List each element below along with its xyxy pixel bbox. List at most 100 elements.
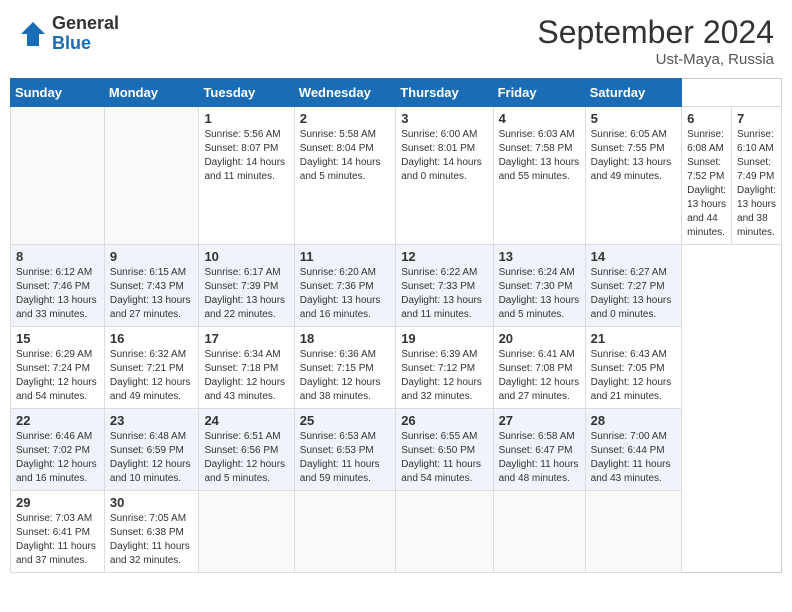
day-number: 22 [16,413,99,428]
weekday-header-saturday: Saturday [585,79,682,107]
weekday-header-friday: Friday [493,79,585,107]
day-cell-19: 19 Sunrise: 6:39 AM Sunset: 7:12 PM Dayli… [396,327,493,409]
day-info: Sunrise: 6:53 AM Sunset: 6:53 PM Dayligh… [300,430,390,486]
logo-icon [18,19,48,49]
day-cell-25: 25 Sunrise: 6:53 AM Sunset: 6:53 PM Dayli… [294,409,395,491]
empty-cell [199,491,294,573]
day-cell-9: 9 Sunrise: 6:15 AM Sunset: 7:43 PM Daylig… [104,245,199,327]
day-number: 10 [204,249,288,264]
day-cell-10: 10 Sunrise: 6:17 AM Sunset: 7:39 PM Dayli… [199,245,294,327]
empty-cell [104,107,199,245]
logo: General Blue [18,14,119,54]
weekday-header-sunday: Sunday [11,79,105,107]
page-header: General Blue September 2024 Ust-Maya, Ru… [10,10,782,72]
day-number: 4 [499,111,580,126]
day-info: Sunrise: 6:03 AM Sunset: 7:58 PM Dayligh… [499,128,580,184]
day-cell-2: 2 Sunrise: 5:58 AM Sunset: 8:04 PM Daylig… [294,107,395,245]
day-cell-22: 22 Sunrise: 6:46 AM Sunset: 7:02 PM Dayli… [11,409,105,491]
day-info: Sunrise: 6:12 AM Sunset: 7:46 PM Dayligh… [16,266,99,322]
calendar-table: SundayMondayTuesdayWednesdayThursdayFrid… [10,78,782,573]
day-cell-13: 13 Sunrise: 6:24 AM Sunset: 7:30 PM Dayli… [493,245,585,327]
day-cell-30: 30 Sunrise: 7:05 AM Sunset: 6:38 PM Dayli… [104,491,199,573]
day-number: 26 [401,413,487,428]
day-cell-24: 24 Sunrise: 6:51 AM Sunset: 6:56 PM Dayli… [199,409,294,491]
day-number: 28 [591,413,677,428]
day-info: Sunrise: 6:29 AM Sunset: 7:24 PM Dayligh… [16,348,99,404]
day-info: Sunrise: 7:05 AM Sunset: 6:38 PM Dayligh… [110,512,194,568]
day-cell-15: 15Sunrise: 6:29 AM Sunset: 7:24 PM Dayli… [11,327,105,409]
day-number: 8 [16,249,99,264]
day-info: Sunrise: 6:46 AM Sunset: 7:02 PM Dayligh… [16,430,99,486]
day-number: 9 [110,249,194,264]
day-cell-1: 1 Sunrise: 5:56 AM Sunset: 8:07 PM Daylig… [199,107,294,245]
day-number: 21 [591,331,677,346]
day-cell-16: 16 Sunrise: 6:32 AM Sunset: 7:21 PM Dayli… [104,327,199,409]
day-info: Sunrise: 6:36 AM Sunset: 7:15 PM Dayligh… [300,348,390,404]
day-info: Sunrise: 6:22 AM Sunset: 7:33 PM Dayligh… [401,266,487,322]
day-cell-5: 5 Sunrise: 6:05 AM Sunset: 7:55 PM Daylig… [585,107,682,245]
week-row-3: 15Sunrise: 6:29 AM Sunset: 7:24 PM Dayli… [11,327,782,409]
day-number: 20 [499,331,580,346]
day-info: Sunrise: 6:20 AM Sunset: 7:36 PM Dayligh… [300,266,390,322]
day-info: Sunrise: 6:32 AM Sunset: 7:21 PM Dayligh… [110,348,194,404]
day-number: 30 [110,495,194,510]
weekday-header-row: SundayMondayTuesdayWednesdayThursdayFrid… [11,79,782,107]
week-row-2: 8 Sunrise: 6:12 AM Sunset: 7:46 PM Daylig… [11,245,782,327]
day-cell-7: 7 Sunrise: 6:10 AM Sunset: 7:49 PM Daylig… [732,107,782,245]
day-cell-12: 12Sunrise: 6:22 AM Sunset: 7:33 PM Dayli… [396,245,493,327]
day-cell-3: 3Sunrise: 6:00 AM Sunset: 8:01 PM Daylig… [396,107,493,245]
day-cell-29: 29 Sunrise: 7:03 AM Sunset: 6:41 PM Dayli… [11,491,105,573]
day-number: 27 [499,413,580,428]
empty-cell [11,107,105,245]
day-cell-11: 11 Sunrise: 6:20 AM Sunset: 7:36 PM Dayli… [294,245,395,327]
day-info: Sunrise: 7:03 AM Sunset: 6:41 PM Dayligh… [16,512,99,568]
day-number: 13 [499,249,580,264]
day-info: Sunrise: 6:17 AM Sunset: 7:39 PM Dayligh… [204,266,288,322]
day-number: 19 [401,331,487,346]
weekday-header-wednesday: Wednesday [294,79,395,107]
day-info: Sunrise: 6:55 AM Sunset: 6:50 PM Dayligh… [401,430,487,486]
day-info: Sunrise: 6:41 AM Sunset: 7:08 PM Dayligh… [499,348,580,404]
logo-text: General Blue [52,14,119,54]
weekday-header-tuesday: Tuesday [199,79,294,107]
day-cell-8: 8 Sunrise: 6:12 AM Sunset: 7:46 PM Daylig… [11,245,105,327]
week-row-4: 22 Sunrise: 6:46 AM Sunset: 7:02 PM Dayli… [11,409,782,491]
day-cell-26: 26 Sunrise: 6:55 AM Sunset: 6:50 PM Dayli… [396,409,493,491]
empty-cell [294,491,395,573]
day-cell-20: 20 Sunrise: 6:41 AM Sunset: 7:08 PM Dayli… [493,327,585,409]
day-info: Sunrise: 6:05 AM Sunset: 7:55 PM Dayligh… [591,128,677,184]
day-info: Sunrise: 5:58 AM Sunset: 8:04 PM Dayligh… [300,128,390,184]
day-cell-6: 6Sunrise: 6:08 AM Sunset: 7:52 PM Daylig… [682,107,732,245]
day-number: 29 [16,495,99,510]
day-cell-23: 23Sunrise: 6:48 AM Sunset: 6:59 PM Dayli… [104,409,199,491]
day-info: Sunrise: 6:15 AM Sunset: 7:43 PM Dayligh… [110,266,194,322]
day-number: 7 [737,111,776,126]
day-number: 23 [110,413,194,428]
day-info: Sunrise: 6:58 AM Sunset: 6:47 PM Dayligh… [499,430,580,486]
weekday-header-monday: Monday [104,79,199,107]
day-info: Sunrise: 6:10 AM Sunset: 7:49 PM Dayligh… [737,128,776,240]
day-number: 25 [300,413,390,428]
day-cell-21: 21Sunrise: 6:43 AM Sunset: 7:05 PM Dayli… [585,327,682,409]
logo-general: General [52,14,119,34]
week-row-5: 29 Sunrise: 7:03 AM Sunset: 6:41 PM Dayli… [11,491,782,573]
day-info: Sunrise: 5:56 AM Sunset: 8:07 PM Dayligh… [204,128,288,184]
day-cell-18: 18Sunrise: 6:36 AM Sunset: 7:15 PM Dayli… [294,327,395,409]
day-number: 24 [204,413,288,428]
day-number: 6 [687,111,726,126]
day-number: 1 [204,111,288,126]
day-info: Sunrise: 6:34 AM Sunset: 7:18 PM Dayligh… [204,348,288,404]
day-cell-14: 14 Sunrise: 6:27 AM Sunset: 7:27 PM Dayli… [585,245,682,327]
day-info: Sunrise: 6:39 AM Sunset: 7:12 PM Dayligh… [401,348,487,404]
day-number: 14 [591,249,677,264]
day-cell-27: 27 Sunrise: 6:58 AM Sunset: 6:47 PM Dayli… [493,409,585,491]
day-info: Sunrise: 6:51 AM Sunset: 6:56 PM Dayligh… [204,430,288,486]
day-number: 11 [300,249,390,264]
day-info: Sunrise: 6:27 AM Sunset: 7:27 PM Dayligh… [591,266,677,322]
week-row-1: 1 Sunrise: 5:56 AM Sunset: 8:07 PM Daylig… [11,107,782,245]
day-number: 5 [591,111,677,126]
day-info: Sunrise: 6:24 AM Sunset: 7:30 PM Dayligh… [499,266,580,322]
day-number: 2 [300,111,390,126]
day-number: 17 [204,331,288,346]
day-number: 16 [110,331,194,346]
